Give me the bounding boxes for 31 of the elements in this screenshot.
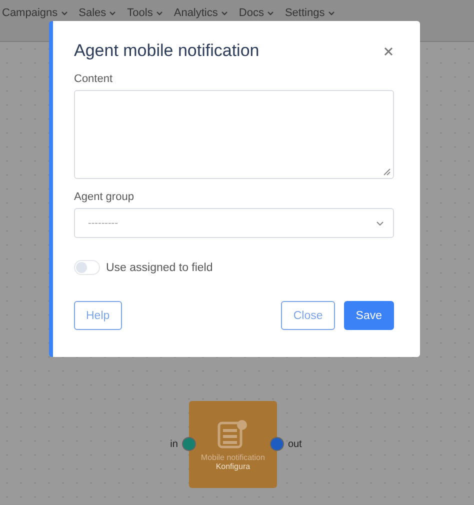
toggle-label: Use assigned to field (106, 262, 213, 274)
field-label: Content (74, 73, 114, 85)
dialog-title: Agent mobile notification (74, 41, 260, 61)
close-button[interactable]: Close (281, 301, 335, 330)
flow-node[interactable]: Mobile notification Konfigura (188, 400, 277, 488)
agent-group-select[interactable]: --------- (74, 208, 394, 238)
nav-menu-item[interactable]: Campaigns (2, 6, 68, 20)
toggle-switch[interactable] (74, 260, 100, 275)
chevron-down-icon (156, 10, 163, 16)
field-label: Agent group (74, 191, 135, 203)
nav-menu-item[interactable]: Sales (78, 6, 116, 20)
close-icon[interactable] (384, 46, 393, 56)
port-dot[interactable] (182, 437, 196, 451)
list-icon (216, 418, 249, 448)
chevron-down-icon (376, 220, 384, 226)
nav-menu-item[interactable]: Docs (238, 6, 274, 20)
port-label: out (288, 438, 302, 450)
nav-menu-item[interactable]: Analytics (174, 6, 228, 20)
help-button[interactable]: Help (74, 301, 122, 330)
chevron-down-icon (109, 10, 116, 16)
chevron-down-icon (266, 10, 274, 16)
chevron-down-icon (220, 10, 228, 16)
save-button[interactable]: Save (344, 301, 394, 330)
chevron-down-icon (328, 10, 335, 16)
node-subtitle: Konfigura (216, 462, 250, 470)
nav-menu-item[interactable]: Settings (284, 6, 335, 20)
node-title: Mobile notification (200, 452, 265, 462)
nav-menu-item[interactable]: Tools (127, 6, 163, 20)
port-label: in (170, 438, 178, 450)
chevron-down-icon (60, 10, 68, 16)
resize-grip-icon[interactable] (383, 168, 391, 176)
